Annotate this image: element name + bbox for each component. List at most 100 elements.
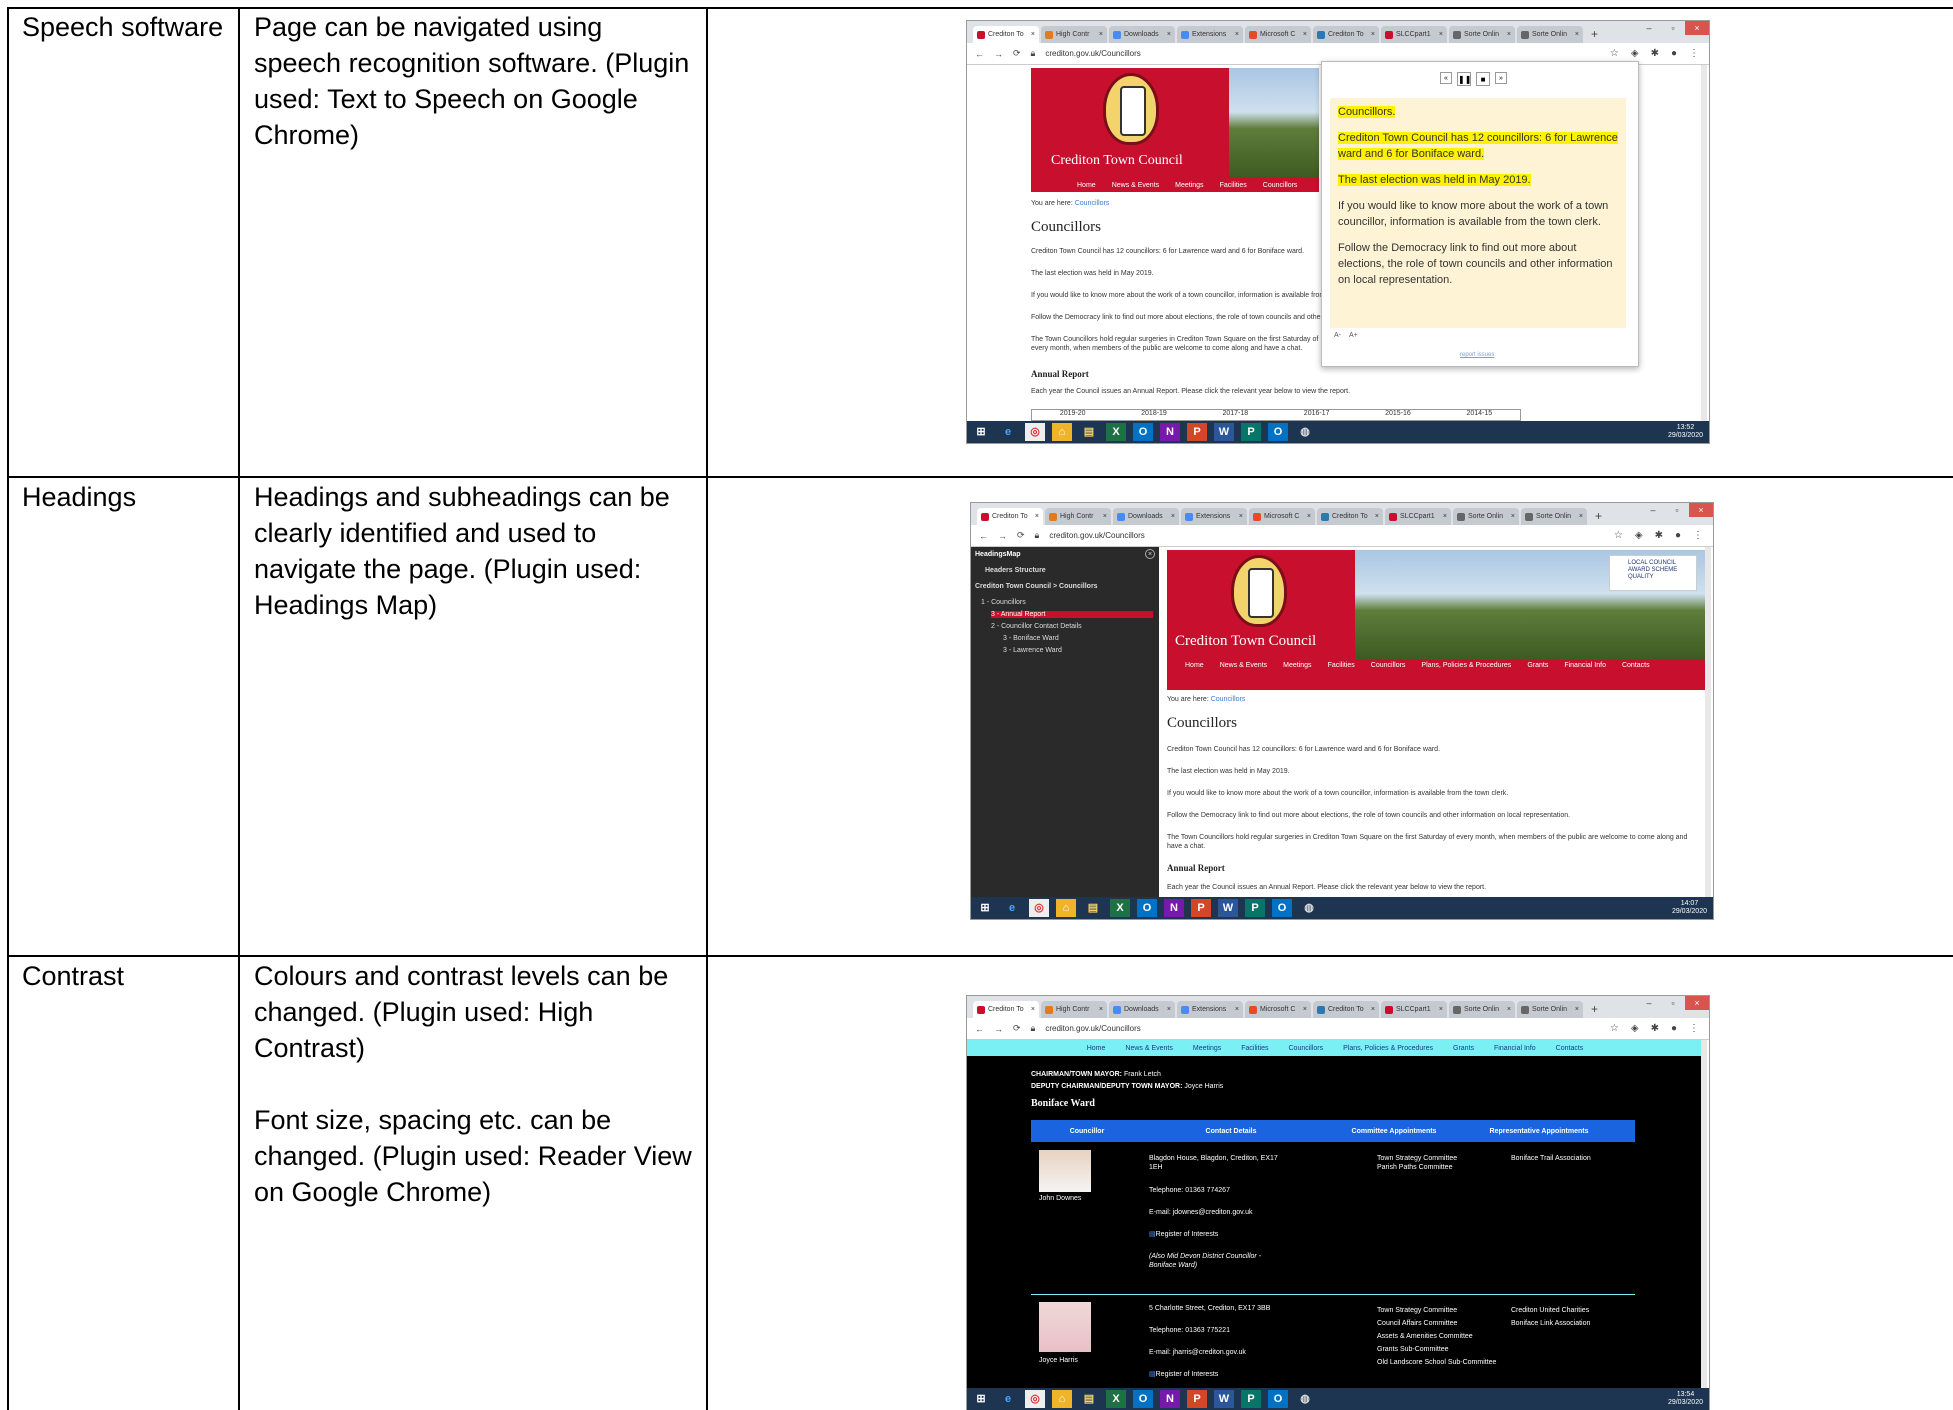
forward-icon[interactable]: → xyxy=(998,531,1007,541)
puzzle-icon[interactable]: ✱ xyxy=(1655,530,1663,541)
puzzle-icon[interactable]: ✱ xyxy=(1651,48,1659,59)
publisher-icon[interactable]: P xyxy=(1245,899,1265,917)
heading-tree-item[interactable]: 2 - Councillor Contact Details xyxy=(991,623,1082,630)
scrollbar[interactable] xyxy=(1705,547,1711,899)
nav-link[interactable]: Councillors xyxy=(1371,662,1406,669)
url-field[interactable]: crediton.gov.uk/Councillors xyxy=(1045,49,1140,58)
home-icon[interactable]: ⌂ xyxy=(1052,423,1072,441)
windows-start-icon[interactable]: ⊞ xyxy=(971,1390,991,1408)
excel-icon[interactable]: X xyxy=(1110,899,1130,917)
excel-icon[interactable]: X xyxy=(1106,1390,1126,1408)
browser-tab[interactable]: Sorte Onlin × xyxy=(1449,1001,1515,1018)
close-tab-icon[interactable]: × xyxy=(1507,1006,1511,1013)
powerpoint-icon[interactable]: P xyxy=(1187,1390,1207,1408)
register-link[interactable]: ▤Register of Interests xyxy=(1149,1370,1218,1379)
browser-tab[interactable]: Crediton To × xyxy=(973,26,1039,43)
close-tab-icon[interactable]: × xyxy=(1103,513,1107,520)
app-icon[interactable]: ◍ xyxy=(1295,423,1315,441)
browser-tab[interactable]: Downloads × xyxy=(1109,26,1175,43)
close-tab-icon[interactable]: × xyxy=(1575,1006,1579,1013)
close-tab-icon[interactable]: × xyxy=(1439,1006,1443,1013)
nav-link[interactable]: Meetings xyxy=(1175,182,1203,189)
browser-tab[interactable]: SLCCpart1 × xyxy=(1385,508,1451,525)
edge-icon[interactable]: e xyxy=(998,1390,1018,1408)
close-tab-icon[interactable]: × xyxy=(1303,31,1307,38)
star-icon[interactable]: ☆ xyxy=(1610,1023,1619,1034)
forward-icon[interactable]: » xyxy=(1495,72,1507,84)
browser-tab[interactable]: Sorte Onlin × xyxy=(1521,508,1587,525)
nav-link[interactable]: Meetings xyxy=(1283,662,1311,669)
browser-tab[interactable]: Crediton To × xyxy=(977,508,1043,525)
close-tab-icon[interactable]: × xyxy=(1099,31,1103,38)
forward-icon[interactable]: → xyxy=(994,49,1003,59)
minimize-icon[interactable]: – xyxy=(1637,21,1661,35)
browser-tab[interactable]: SLCCpart1 × xyxy=(1381,1001,1447,1018)
nav-link[interactable]: Grants xyxy=(1453,1045,1474,1052)
menu-icon[interactable]: ⋮ xyxy=(1693,530,1703,541)
onenote-icon[interactable]: N xyxy=(1160,423,1180,441)
chrome-icon[interactable]: ◎ xyxy=(1025,423,1045,441)
edge-icon[interactable]: e xyxy=(1002,899,1022,917)
pause-icon[interactable]: ❚❚ xyxy=(1457,72,1471,86)
close-panel-icon[interactable]: × xyxy=(1145,549,1155,559)
close-tab-icon[interactable]: × xyxy=(1307,513,1311,520)
browser-tab[interactable]: Microsoft C × xyxy=(1245,26,1311,43)
report-issues-link[interactable]: report issues xyxy=(1460,352,1494,358)
browser-tab[interactable]: Sorte Onlin × xyxy=(1517,26,1583,43)
close-tab-icon[interactable]: × xyxy=(1511,513,1515,520)
nav-link[interactable]: Facilities xyxy=(1241,1045,1268,1052)
nav-link[interactable]: Home xyxy=(1185,662,1204,669)
rewind-icon[interactable]: « xyxy=(1440,72,1452,84)
app-icon[interactable]: ◍ xyxy=(1295,1390,1315,1408)
browser-tab[interactable]: Microsoft C × xyxy=(1249,508,1315,525)
menu-icon[interactable]: ⋮ xyxy=(1689,48,1699,59)
browser-tab[interactable]: Downloads × xyxy=(1113,508,1179,525)
browser-tab[interactable]: High Contr × xyxy=(1041,1001,1107,1018)
extension-icon[interactable]: ◈ xyxy=(1631,1023,1639,1034)
heading-tree-item[interactable]: 3 - Lawrence Ward xyxy=(1003,647,1062,654)
new-tab-button[interactable]: + xyxy=(1585,26,1604,43)
nav-link[interactable]: Financial Info xyxy=(1494,1045,1536,1052)
nav-link[interactable]: Contacts xyxy=(1622,662,1650,669)
contact-email[interactable]: E-mail: jdownes@crediton.gov.uk xyxy=(1149,1208,1252,1217)
star-icon[interactable]: ☆ xyxy=(1614,530,1623,541)
windows-start-icon[interactable]: ⊞ xyxy=(971,423,991,441)
back-icon[interactable]: ← xyxy=(979,531,988,541)
nav-link[interactable]: Plans, Policies & Procedures xyxy=(1343,1045,1433,1052)
outlook-icon[interactable]: O xyxy=(1133,423,1153,441)
onenote-icon[interactable]: N xyxy=(1164,899,1184,917)
font-larger-button[interactable]: A+ xyxy=(1349,332,1358,339)
account-icon[interactable]: ● xyxy=(1675,530,1681,541)
browser-tab[interactable]: Extensions × xyxy=(1177,26,1243,43)
close-tab-icon[interactable]: × xyxy=(1371,1006,1375,1013)
new-tab-button[interactable]: + xyxy=(1585,1001,1604,1018)
close-window-icon[interactable]: × xyxy=(1689,503,1713,517)
stop-icon[interactable]: ■ xyxy=(1476,72,1490,86)
close-tab-icon[interactable]: × xyxy=(1235,1006,1239,1013)
minimize-icon[interactable]: – xyxy=(1641,503,1665,517)
nav-link[interactable]: Meetings xyxy=(1193,1045,1221,1052)
close-tab-icon[interactable]: × xyxy=(1579,513,1583,520)
browser-tab[interactable]: Sorte Onlin × xyxy=(1517,1001,1583,1018)
scrollbar[interactable] xyxy=(1701,1040,1707,1389)
nav-link[interactable]: News & Events xyxy=(1112,182,1159,189)
browser-tab[interactable]: Crediton To × xyxy=(1313,1001,1379,1018)
close-tab-icon[interactable]: × xyxy=(1171,513,1175,520)
browser-tab[interactable]: High Contr × xyxy=(1045,508,1111,525)
browser-tab[interactable]: Downloads × xyxy=(1109,1001,1175,1018)
close-tab-icon[interactable]: × xyxy=(1031,31,1035,38)
account-icon[interactable]: ● xyxy=(1671,1023,1677,1034)
nav-link[interactable]: Contacts xyxy=(1556,1045,1584,1052)
reload-icon[interactable]: ⟳ xyxy=(1017,530,1025,541)
powerpoint-icon[interactable]: P xyxy=(1187,423,1207,441)
browser-tab[interactable]: Microsoft C × xyxy=(1245,1001,1311,1018)
outlook-icon[interactable]: O xyxy=(1137,899,1157,917)
browser-tab[interactable]: Sorte Onlin × xyxy=(1453,508,1519,525)
edge-icon[interactable]: e xyxy=(998,423,1018,441)
browser-tab[interactable]: Extensions × xyxy=(1177,1001,1243,1018)
chrome-icon[interactable]: ◎ xyxy=(1025,1390,1045,1408)
nav-link[interactable]: Facilities xyxy=(1220,182,1247,189)
menu-icon[interactable]: ⋮ xyxy=(1689,1023,1699,1034)
nav-link[interactable]: Councillors xyxy=(1263,182,1298,189)
browser-tab[interactable]: High Contr × xyxy=(1041,26,1107,43)
